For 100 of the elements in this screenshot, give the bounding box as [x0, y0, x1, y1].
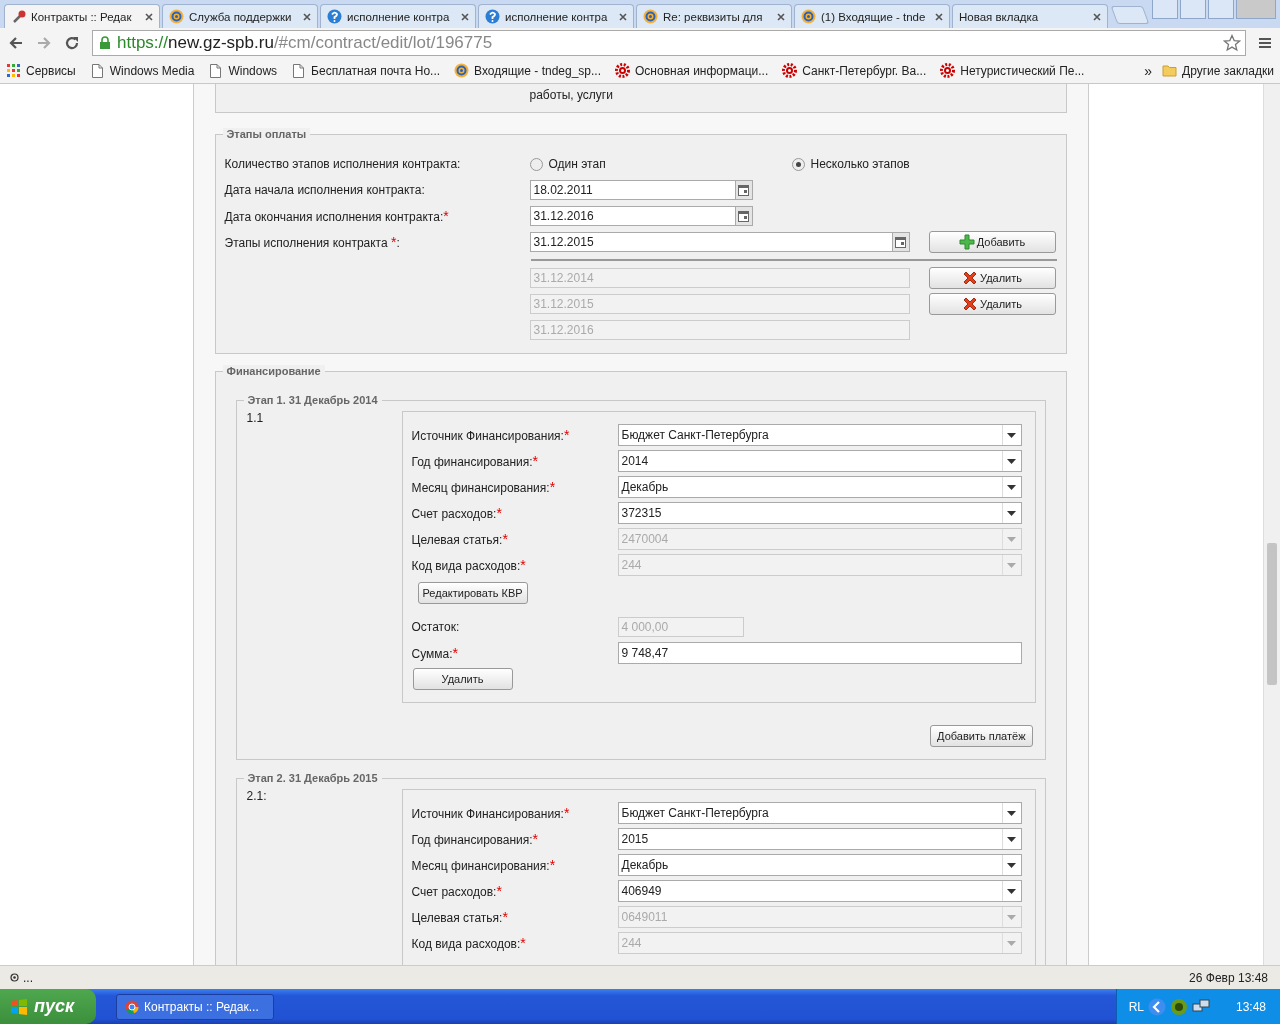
field-label: Код вида расходов:* — [411, 935, 527, 951]
field-label: Целевая статья:* — [411, 909, 509, 925]
calendar-icon — [738, 210, 749, 222]
field-label: Остаток: — [411, 620, 461, 634]
field-label: Год финансирования:* — [411, 831, 540, 847]
date-field[interactable]: 18.02.2011 — [529, 180, 753, 200]
bookmark-item[interactable]: Бесплатная почта Но... — [291, 63, 441, 78]
field-label: Количество этапов исполнения контракта: — [224, 157, 462, 171]
caret-icon — [1007, 810, 1016, 816]
dropdown[interactable]: 2015 — [617, 828, 1022, 850]
taskbar-button[interactable]: Контракты :: Редак... — [116, 993, 274, 1020]
delete-button[interactable]: Удалить — [412, 668, 513, 690]
date-field[interactable]: 31.12.2016 — [529, 206, 753, 226]
menu-icon — [1258, 36, 1272, 50]
chevron-icon — [1147, 997, 1166, 1016]
bookmark-item[interactable]: Нетуристический Пе... — [940, 63, 1085, 78]
date-field[interactable]: 31.12.2015 — [529, 232, 910, 252]
radio-button[interactable] — [529, 157, 543, 171]
more-bookmarks-button[interactable]: » — [1144, 62, 1153, 79]
edit-button[interactable]: Редактировать КВР — [417, 582, 528, 604]
browser-tab[interactable]: исполнение контра — [478, 4, 634, 28]
page-icon — [208, 63, 224, 78]
bookmark-item[interactable]: Санкт-Петербург. Ва... — [782, 63, 927, 78]
caret-icon — [1007, 888, 1016, 894]
caret-icon — [1007, 536, 1016, 542]
user-button[interactable] — [1152, 0, 1178, 19]
scrollbar[interactable] — [1263, 84, 1280, 965]
add-button[interactable]: Добавить — [928, 231, 1056, 253]
field-label: Целевая статья:* — [411, 531, 509, 547]
dropdown[interactable]: Декабрь — [617, 476, 1022, 498]
maximize-button[interactable] — [1208, 0, 1234, 19]
help-icon — [485, 9, 500, 24]
caret-icon — [1007, 836, 1016, 842]
gear-icon — [940, 63, 956, 78]
radio-button[interactable] — [791, 157, 805, 171]
payment-number: 2.1: — [246, 789, 268, 805]
add-payment-button[interactable]: Добавить платёж — [930, 725, 1033, 747]
windows-flag-icon — [10, 997, 28, 1016]
caret-icon — [1007, 432, 1016, 438]
field-label: Месяц финансирования:* — [411, 479, 557, 495]
dropdown[interactable]: 2014 — [617, 450, 1022, 472]
page-icon — [291, 63, 307, 78]
loading-icon — [10, 973, 19, 982]
section-legend: Финансирование — [222, 365, 325, 377]
dropdown[interactable]: Декабрь — [617, 854, 1022, 876]
bookmark-item[interactable]: Windows Media — [89, 63, 195, 78]
calendar-icon — [895, 236, 906, 248]
radio-label[interactable]: Один этап — [548, 157, 606, 171]
browser-tab[interactable]: Контракты :: Редак — [4, 4, 160, 28]
browser-icon — [125, 999, 139, 1014]
dropdown[interactable]: 372315 — [617, 502, 1022, 524]
bookmark-item[interactable]: Windows — [208, 63, 278, 78]
payment-number: 1.1 — [246, 411, 265, 427]
section-legend: Этапы оплаты — [222, 128, 311, 140]
at-sign-icon — [801, 9, 816, 24]
caret-icon — [1007, 862, 1016, 868]
radio-label[interactable]: Несколько этапов — [810, 157, 910, 171]
minimize-button[interactable] — [1180, 0, 1206, 19]
field-label: Месяц финансирования:* — [411, 857, 557, 873]
close-icon — [1093, 12, 1101, 21]
back-icon — [8, 35, 24, 51]
field-value-text: работы, услуги — [529, 87, 614, 102]
folder-icon — [1162, 63, 1178, 78]
caret-icon — [1007, 510, 1016, 516]
at-sign-icon — [169, 9, 184, 24]
browser-tab[interactable]: Служба поддержки — [162, 4, 318, 28]
dropdown[interactable]: Бюджет Санкт-Петербурга — [617, 424, 1022, 446]
status-date-time: 26 Февр 13:48 — [1189, 970, 1268, 985]
caret-icon — [1007, 914, 1016, 920]
browser-tab[interactable]: Re: реквизиты для — [636, 4, 792, 28]
browser-tab[interactable]: Новая вкладка — [952, 4, 1108, 28]
field-label: Источник Финансирования:* — [411, 805, 571, 821]
field-label: Счет расходов:* — [411, 505, 503, 521]
bookmark-item[interactable]: Основная информаци... — [615, 63, 769, 78]
cross-icon — [962, 296, 978, 312]
field-label: Год финансирования:* — [411, 453, 540, 469]
bookmark-item[interactable]: Входящие - tndeg_sp... — [454, 63, 601, 78]
address-bar[interactable]: https://new.gz-spb.ru/#cm/contract/edit/lot/196775 — [92, 30, 1246, 56]
stage-legend: Этап 1. 31 Декабрь 2014 — [243, 394, 382, 406]
close-button[interactable] — [1236, 0, 1276, 19]
caret-icon — [1007, 484, 1016, 490]
browser-tab[interactable]: (1) Входящие - tnde — [794, 4, 950, 28]
lock-icon — [99, 36, 111, 50]
at-sign-icon — [454, 63, 470, 78]
field-label: Счет расходов:* — [411, 883, 503, 899]
bookmark-folder[interactable]: Другие закладки — [1162, 63, 1274, 78]
dropdown[interactable]: 406949 — [617, 880, 1022, 902]
help-icon — [327, 9, 342, 24]
caret-icon — [1007, 562, 1016, 568]
new-tab-button[interactable] — [1110, 6, 1150, 24]
field-label: Дата начала исполнения контракта: — [224, 183, 426, 197]
calendar-icon — [738, 184, 749, 196]
bookmark-item[interactable]: Сервисы — [6, 63, 76, 78]
browser-tab[interactable]: исполнение контра — [320, 4, 476, 28]
scrollbar-thumb[interactable] — [1267, 543, 1277, 685]
dropdown[interactable]: Бюджет Санкт-Петербурга — [617, 802, 1022, 824]
clock: 13:48 — [1235, 999, 1266, 1014]
amount-field[interactable]: 9 748,47 — [617, 642, 1022, 664]
field-label: Код вида расходов:* — [411, 557, 527, 573]
caret-icon — [1007, 940, 1016, 946]
